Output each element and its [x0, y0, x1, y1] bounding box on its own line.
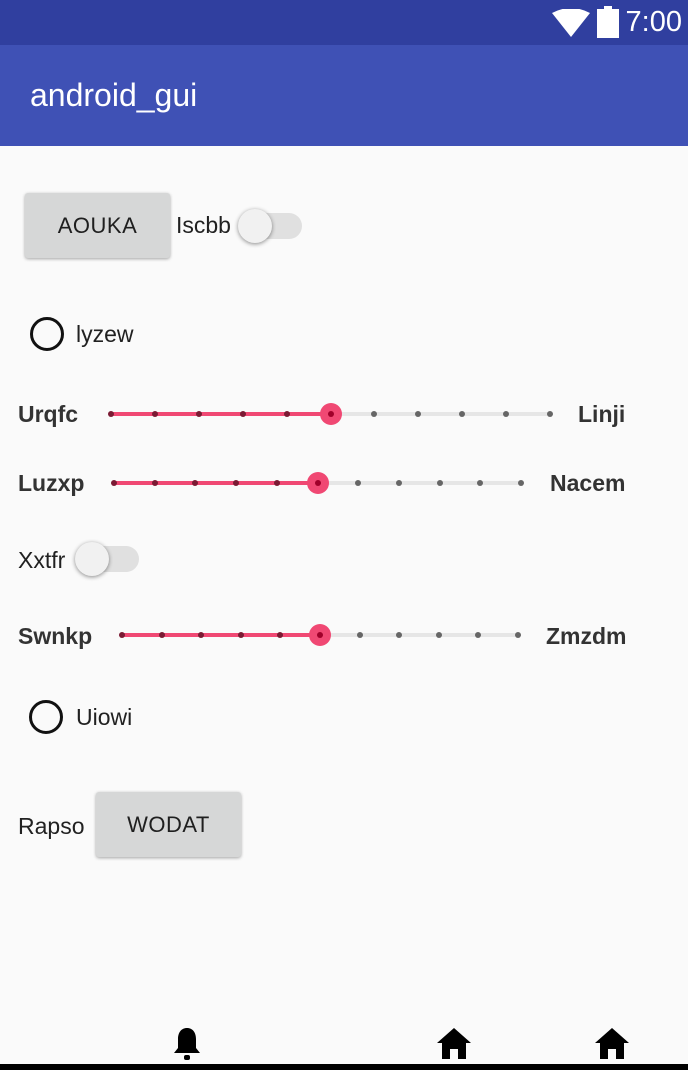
battery-icon [597, 6, 619, 38]
slider-tick [547, 411, 553, 417]
slider-tick [395, 480, 402, 486]
slider3-right-label: Zmzdm [546, 623, 627, 649]
rapso-label: Rapso [18, 813, 85, 839]
slider-tick [151, 480, 158, 486]
slider2-right-label: Nacem [550, 470, 626, 496]
slider-tick [371, 411, 378, 417]
xxtfr-switch[interactable] [75, 541, 141, 577]
slider-thumb-dot [314, 480, 321, 486]
slider2-left-label: Luzxp [18, 470, 85, 496]
switch-thumb [238, 209, 272, 243]
swnkp-slider[interactable] [119, 615, 521, 655]
app-bar: android_gui [0, 45, 688, 146]
slider-track-fill [122, 633, 320, 637]
slider-tick [119, 632, 125, 638]
slider1-right-label: Linji [578, 401, 626, 427]
slider-tick [435, 632, 442, 638]
slider-tick [356, 632, 363, 638]
status-bar: 7:00 [0, 0, 688, 45]
slider-tick [237, 632, 244, 638]
slider-thumb[interactable] [319, 403, 342, 425]
slider1-left-label: Urqfc [18, 401, 79, 427]
slider-tick [396, 632, 403, 638]
slider-tick [192, 480, 199, 486]
radio-label: Uiowi [76, 704, 133, 730]
slider-tick [233, 480, 240, 486]
slider-tick [436, 480, 443, 486]
iscbb-switch-label: Iscbb [176, 212, 231, 238]
slider3-left-label: Swnkp [18, 623, 93, 649]
slider-tick [198, 632, 205, 638]
luzxp-slider[interactable] [111, 463, 524, 503]
home-icon[interactable] [435, 1026, 473, 1060]
slider-tick [475, 632, 482, 638]
slider-tick [195, 411, 202, 417]
slider-tick [477, 480, 484, 486]
slider-thumb[interactable] [306, 472, 329, 494]
bell-icon[interactable] [172, 1026, 202, 1062]
nav-bar [0, 1064, 688, 1070]
slider-tick [518, 480, 524, 486]
aouka-button[interactable]: AOUKA [25, 193, 170, 258]
iscbb-switch[interactable] [238, 208, 304, 244]
slider-track-fill [111, 412, 331, 416]
slider-tick [515, 632, 521, 638]
app-title: android_gui [30, 77, 198, 113]
slider-tick [158, 632, 165, 638]
xxtfr-switch-label: Xxtfr [18, 547, 66, 573]
status-time: 7:00 [625, 6, 682, 38]
slider-thumb[interactable] [309, 624, 331, 646]
switch-thumb [75, 542, 109, 576]
radio-circle [30, 317, 64, 351]
slider-thumb-dot [317, 632, 323, 638]
wifi-icon [552, 9, 590, 37]
slider-tick [355, 480, 362, 486]
radio-circle [29, 700, 63, 734]
home-icon[interactable] [593, 1026, 631, 1060]
slider-tick [415, 411, 422, 417]
lyzew-radio[interactable]: lyzew [30, 316, 150, 352]
slider-tick [111, 480, 117, 486]
wodat-button[interactable]: WODAT [96, 792, 241, 857]
slider-track-fill [114, 481, 318, 485]
slider-tick [277, 632, 284, 638]
slider-tick [108, 411, 114, 417]
uiowi-radio[interactable]: Uiowi [29, 699, 149, 735]
slider-tick [151, 411, 158, 417]
slider-tick [239, 411, 246, 417]
slider-tick [503, 411, 510, 417]
urqfc-slider[interactable] [108, 394, 553, 434]
slider-tick [459, 411, 466, 417]
slider-tick [283, 411, 290, 417]
slider-thumb-dot [327, 411, 334, 417]
slider-tick [273, 480, 280, 486]
radio-label: lyzew [76, 321, 134, 347]
